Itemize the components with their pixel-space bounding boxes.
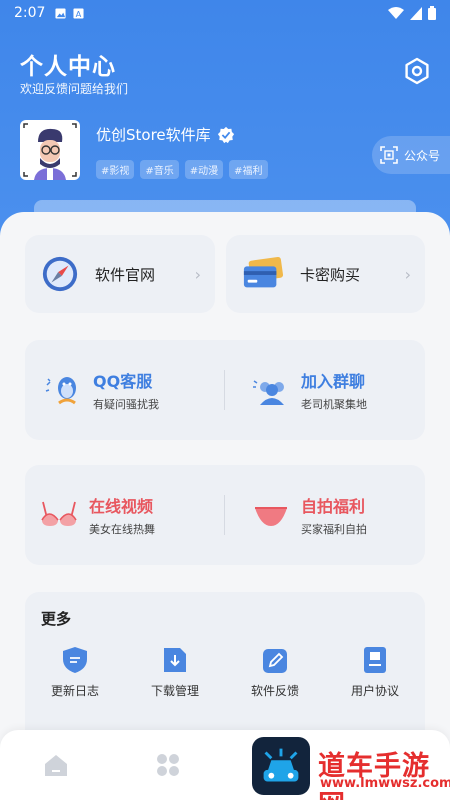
website-card[interactable]: 软件官网 › <box>25 235 215 313</box>
card-purchase-label: 卡密购买 <box>300 265 361 284</box>
qr-scan-icon <box>380 146 398 164</box>
card-icon <box>243 256 284 288</box>
join-group[interactable]: 加入群聊 老司机聚集地 <box>251 340 421 440</box>
app-name-text: 优创Store软件库 <box>96 126 211 144</box>
more-title: 更多 <box>41 610 72 628</box>
status-bar: 2:07 A <box>0 0 450 26</box>
watermark-url: www.lmwwsz.com <box>320 776 450 791</box>
watermark-text: 道车手游网 <box>318 751 430 800</box>
compass-icon <box>42 256 78 292</box>
media-card: 在线视频 美女在线热舞 自拍福利 买家福利自拍 <box>25 465 425 565</box>
app-name: 优创Store软件库 <box>96 124 235 145</box>
divider <box>224 495 225 535</box>
selfie-welfare-subtitle: 买家福利自拍 <box>301 523 367 536</box>
panties-icon <box>255 507 287 526</box>
official-account-button[interactable]: 公众号 <box>372 136 450 174</box>
website-label: 软件官网 <box>95 265 156 284</box>
online-video-title: 在线视频 <box>89 497 154 516</box>
status-time: 2:07 <box>14 5 46 21</box>
wifi-icon <box>388 6 404 19</box>
selfie-welfare-title: 自拍福利 <box>301 497 366 516</box>
grid-item-changelog[interactable]: 更新日志 <box>25 646 125 699</box>
qq-service-subtitle: 有疑问骚扰我 <box>93 398 159 411</box>
qq-penguin-icon <box>45 377 76 405</box>
selfie-welfare[interactable]: 自拍福利 买家福利自拍 <box>251 465 421 565</box>
chevron-right-icon: › <box>194 265 201 284</box>
watermark-logo-icon <box>252 737 310 795</box>
bra-icon <box>41 501 77 526</box>
app-avatar[interactable] <box>20 120 80 180</box>
qq-service[interactable]: QQ客服 有疑问骚扰我 <box>43 340 223 440</box>
verified-badge-icon <box>217 126 234 143</box>
image-icon <box>55 7 66 19</box>
tag-list: #影视 #音乐 #动漫 #福利 <box>96 160 268 179</box>
grid-item-label: 下载管理 <box>150 684 199 698</box>
apps-grid-icon[interactable] <box>155 752 181 778</box>
contact-card: QQ客服 有疑问骚扰我 加入群聊 老司机聚集地 <box>25 340 425 440</box>
main-content: 软件官网 › 卡密购买 › QQ客服 有疑问骚扰我 加入群聊 老司机聚集地 在线… <box>0 212 450 800</box>
grid-item-label: 更新日志 <box>50 684 99 698</box>
grid-item-label: 软件反馈 <box>250 684 299 698</box>
join-group-subtitle: 老司机聚集地 <box>301 398 367 411</box>
tag-item[interactable]: #福利 <box>229 160 268 179</box>
group-icon <box>253 380 284 405</box>
page-subtitle: 欢迎反馈问题给我们 <box>20 82 129 96</box>
font-icon: A <box>73 7 84 19</box>
document-icon <box>364 647 386 673</box>
chevron-right-icon: › <box>404 265 411 284</box>
shield-icon <box>63 647 87 673</box>
card-purchase-card[interactable]: 卡密购买 › <box>226 235 425 313</box>
tag-item[interactable]: #影视 <box>96 160 135 179</box>
online-video-subtitle: 美女在线热舞 <box>89 523 155 536</box>
grid-item-label: 用户协议 <box>350 684 399 698</box>
official-account-label: 公众号 <box>404 148 441 163</box>
settings-hexagon-icon[interactable] <box>403 57 431 85</box>
page-title: 个人中心 <box>20 54 116 80</box>
tag-item[interactable]: #音乐 <box>140 160 179 179</box>
battery-icon <box>428 6 436 20</box>
edit-icon <box>263 649 287 673</box>
download-icon <box>164 648 186 672</box>
online-video[interactable]: 在线视频 美女在线热舞 <box>39 465 219 565</box>
grid-item-agreement[interactable]: 用户协议 <box>325 646 425 699</box>
signal-icon <box>410 6 422 20</box>
avatar-illustration <box>23 123 77 180</box>
home-icon[interactable] <box>43 752 69 778</box>
tag-item[interactable]: #动漫 <box>184 160 224 179</box>
profile-header: 2:07 A 个人中心 欢迎反馈问题给我们 优创Store软件库 #影视 #音乐… <box>0 0 450 240</box>
qq-service-title: QQ客服 <box>93 372 153 391</box>
join-group-title: 加入群聊 <box>301 372 366 391</box>
grid-item-download[interactable]: 下载管理 <box>125 646 225 699</box>
grid-item-feedback[interactable]: 软件反馈 <box>225 646 325 699</box>
svg-text:A: A <box>76 9 82 19</box>
divider <box>224 370 225 410</box>
